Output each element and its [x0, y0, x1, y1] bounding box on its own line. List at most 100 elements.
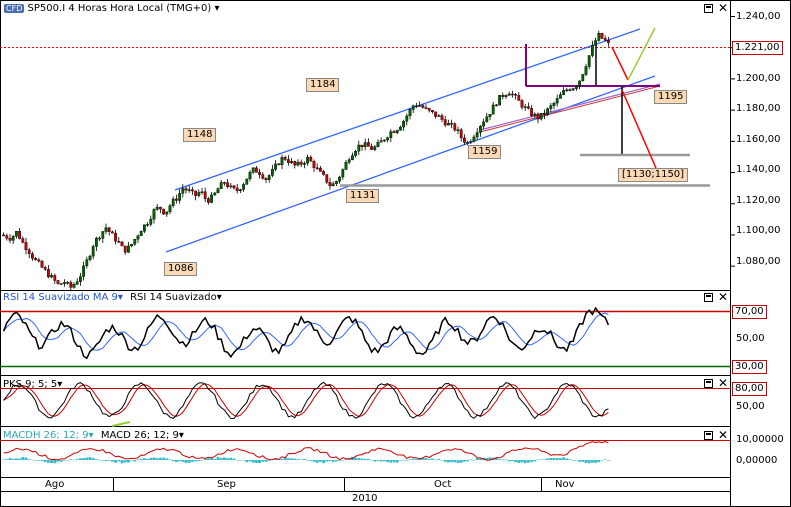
candle-body: [415, 105, 418, 107]
channel-lower-line[interactable]: [165, 75, 656, 253]
macd-hist-bar: [101, 460, 105, 461]
macd-hist-bar: [181, 460, 185, 462]
candle-body: [597, 32, 601, 41]
macd-hist-bar: [72, 459, 76, 461]
macd-hist-bar: [575, 460, 578, 461]
candle-body: [568, 89, 572, 91]
candle-body: [306, 156, 309, 164]
rsi-title[interactable]: RSI 14 Suavizado MA 9▾ RSI 14 Suavizado▾: [3, 292, 222, 303]
candle-body: [165, 211, 169, 215]
candle-body: [184, 188, 188, 191]
candle-body: [203, 191, 207, 199]
macd-hist-bar: [255, 460, 258, 463]
minimize-icon[interactable]: [704, 4, 713, 13]
rsi-ma-title[interactable]: RSI 14 Suavizado MA 9: [3, 292, 118, 303]
macd-hist-bar: [50, 460, 53, 463]
instrument-title[interactable]: SP500.I 4 Horas Hora Local (TMG+0): [28, 3, 212, 14]
stoch-title-text[interactable]: PKS 9; 5; 5: [3, 379, 57, 390]
macd-hist-bar: [171, 460, 175, 462]
candle-body: [280, 157, 284, 165]
candle-body: [142, 224, 146, 232]
price-y-label: 1.080,00: [736, 256, 781, 267]
candle-body: [229, 185, 233, 188]
macd-hist-bar: [261, 460, 265, 462]
candle-body: [98, 237, 102, 240]
macd-hist-bar: [415, 458, 418, 460]
candle-body: [104, 227, 108, 232]
macd-hist-bar: [607, 460, 610, 461]
macd-hist-bar: [146, 459, 149, 460]
candle-body: [251, 167, 255, 173]
macd-title[interactable]: MACDH 26; 12; 9▾ MACD 26; 12; 9▾: [3, 430, 184, 441]
chevron-down-icon[interactable]: ▾: [215, 3, 220, 14]
month-label-sep: Sep: [217, 479, 236, 490]
stoch-minimize-icon[interactable]: [704, 379, 713, 388]
macd-hist-bar: [216, 457, 220, 460]
annotation-1195: 1195: [654, 90, 688, 104]
channel-upper-line[interactable]: [174, 28, 641, 191]
macd-hist-bar: [235, 460, 239, 461]
macd-minimize-icon[interactable]: [704, 431, 713, 440]
candle-body: [258, 172, 261, 175]
candle-body: [11, 235, 15, 241]
macd-hist-bar: [98, 459, 101, 461]
macd-hist-bar: [239, 460, 242, 461]
candle-body: [389, 131, 393, 139]
support-line-red[interactable]: [479, 85, 661, 133]
macd-hist-bar: [379, 460, 383, 462]
macd-hist-bar: [27, 459, 31, 460]
candle-body: [47, 269, 50, 278]
stoch-50-label: 50,00: [736, 401, 765, 412]
chevron-down-icon[interactable]: ▾: [217, 292, 222, 303]
year-label: 2010: [352, 493, 378, 504]
macd-hist-bar: [242, 460, 245, 461]
stoch-title[interactable]: PKS 9; 5; 5▾: [3, 379, 62, 390]
macd-hist-bar: [130, 460, 133, 461]
rsi-close-icon[interactable]: ✕: [718, 291, 728, 303]
macd-line: [3, 440, 609, 461]
macd-hist-bar: [559, 458, 562, 460]
chevron-down-icon[interactable]: ▾: [179, 430, 184, 441]
macd-hist-bar: [386, 460, 389, 462]
macd-close-icon[interactable]: ✕: [718, 429, 728, 441]
candle-body: [110, 231, 114, 234]
macd-hist-bar: [245, 460, 249, 463]
rsi-30-label: 30,00: [732, 360, 767, 374]
macd-hist-bar: [405, 460, 409, 461]
candle-body: [587, 55, 591, 67]
candle-body: [85, 259, 89, 267]
macd-line-title[interactable]: MACD 26; 12; 9: [101, 430, 179, 441]
chevron-down-icon[interactable]: ▾: [57, 379, 62, 390]
price-y-label: 1.140,00: [736, 164, 781, 175]
candle-body: [322, 171, 325, 175]
macd-hist-bar: [120, 460, 124, 464]
stoch-close-icon[interactable]: ✕: [718, 377, 728, 389]
macd-hist-bar: [107, 460, 111, 461]
macd-hist-bar: [79, 458, 82, 460]
macd-hist-bar: [466, 460, 469, 462]
candle-body: [101, 231, 105, 239]
rsi-minimize-icon[interactable]: [704, 293, 713, 302]
candle-body: [392, 131, 396, 133]
macd-hist-bar: [392, 460, 396, 463]
candle-body: [309, 156, 313, 162]
candle-body: [325, 174, 329, 183]
macd-hist-bar: [207, 458, 210, 460]
candle-body: [303, 163, 306, 165]
chevron-down-icon[interactable]: ▾: [89, 430, 94, 441]
macd-hist-bar: [53, 460, 57, 464]
macd-hist-bar: [159, 457, 162, 460]
candle-body: [357, 144, 361, 152]
macd-hist-bar: [264, 460, 268, 462]
macd-hist-bar: [450, 460, 453, 463]
candle-body: [344, 162, 348, 170]
macd-hist-bar: [584, 460, 588, 463]
macd-hist-bar: [91, 457, 95, 460]
close-icon[interactable]: ✕: [718, 2, 728, 14]
candle-body: [40, 261, 44, 268]
candle-body: [533, 113, 537, 117]
candle-body: [283, 157, 287, 160]
rsi-main-title[interactable]: RSI 14 Suavizado: [130, 292, 217, 303]
chevron-down-icon[interactable]: ▾: [118, 292, 123, 303]
macdh-title[interactable]: MACDH 26; 12; 9: [3, 430, 89, 441]
